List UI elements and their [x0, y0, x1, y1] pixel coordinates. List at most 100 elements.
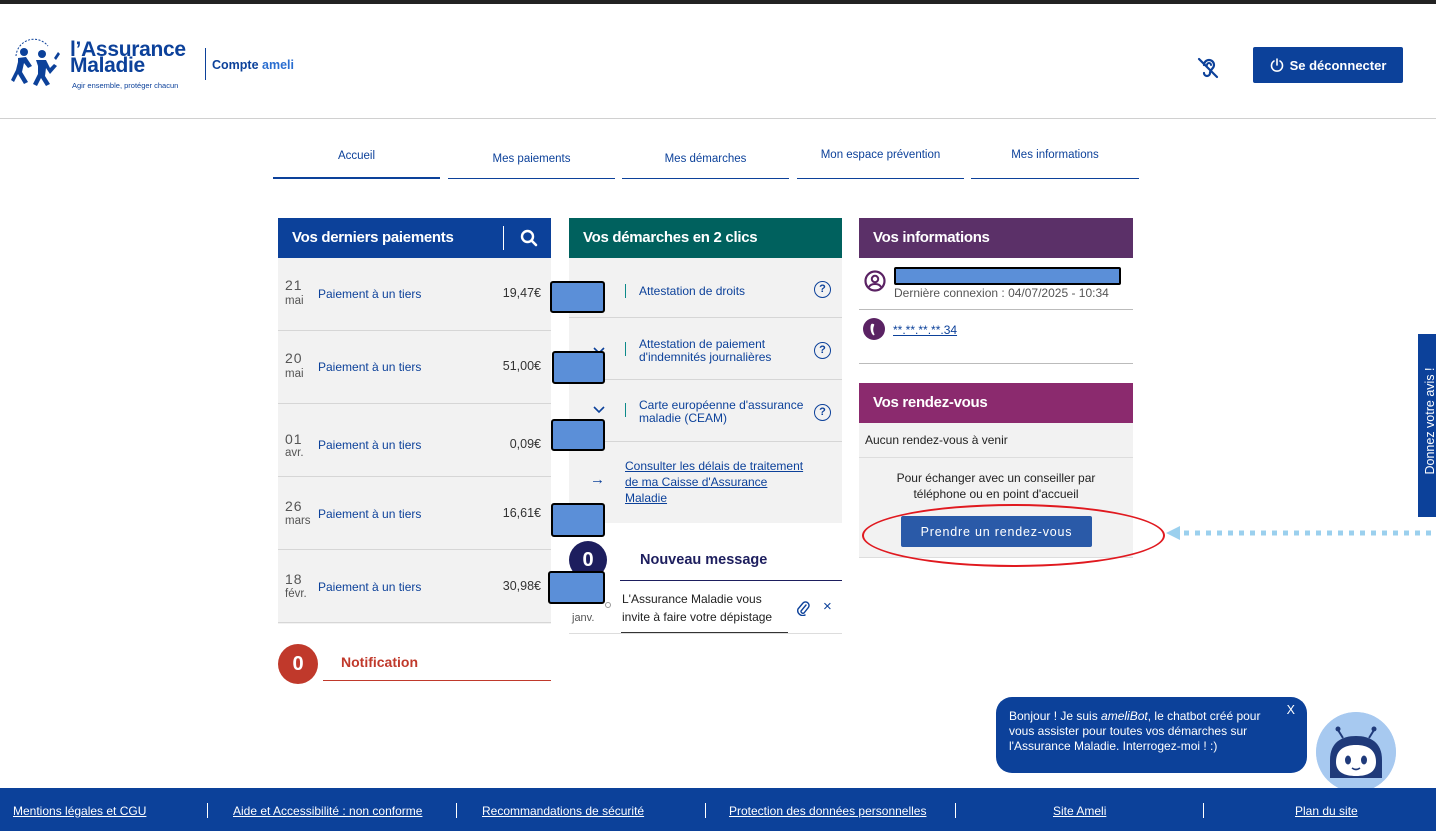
tab-accueil-label: Accueil	[337, 150, 376, 162]
demarche-bar	[625, 403, 626, 417]
feedback-label: Donnez votre avis !	[1423, 367, 1436, 475]
search-icon[interactable]	[520, 229, 538, 247]
logo-tagline: Agir ensemble, protéger chacun	[72, 81, 179, 90]
redacted-box	[548, 571, 605, 604]
delete-message-icon[interactable]: ×	[823, 598, 832, 615]
assurance-maladie-logo[interactable]: l’Assurance Maladie Agir ensemble, proté…	[10, 38, 200, 94]
message-text-underline	[621, 632, 788, 633]
chevron-down-icon	[593, 406, 605, 414]
footer-link-securite[interactable]: Recommandations de sécurité	[482, 804, 644, 818]
redacted-box	[551, 419, 605, 451]
payment-day: 20	[285, 350, 303, 366]
payment-day: 26	[285, 498, 303, 514]
demarche-consulter-delais[interactable]: → Consulter les délais de traitement de …	[569, 442, 842, 523]
payments-title: Vos derniers paiements	[292, 229, 454, 246]
chatbot-name: ameliBot	[1101, 709, 1148, 723]
payment-label: Paiement à un tiers	[318, 438, 422, 452]
payments-list: 21 mai Paiement à un tiers 19,47€ 20 mai…	[278, 258, 551, 624]
rendezvous-info-line1: Pour échanger avec un conseiller par	[896, 471, 1096, 485]
tab-mes-paiements[interactable]: Mes paiements	[448, 145, 615, 179]
payment-row[interactable]: 20 mai Paiement à un tiers 51,00€	[278, 331, 551, 404]
tab-prevention-label: Mon espace prévention	[820, 149, 941, 161]
demarche-label-line2: maladie (CEAM)	[639, 411, 728, 425]
rendezvous-info-line2: téléphone ou en point d'accueil	[913, 487, 1079, 501]
payment-row[interactable]: 26 mars Paiement à un tiers 16,61€	[278, 477, 551, 550]
help-icon[interactable]: ?	[814, 281, 831, 298]
rendezvous-title: Vos rendez-vous	[873, 394, 988, 411]
phone-icon	[863, 318, 885, 340]
feedback-tab[interactable]: Donnez votre avis !	[1418, 334, 1436, 517]
demarche-bar	[625, 284, 626, 298]
hearing-impaired-icon[interactable]	[1196, 56, 1220, 80]
tab-mes-paiements-label: Mes paiements	[492, 153, 571, 165]
logo-divider	[205, 48, 206, 80]
new-message-title[interactable]: Nouveau message	[640, 552, 767, 568]
logo-figure-icon	[11, 38, 60, 86]
rendezvous-divider	[859, 457, 1133, 458]
message-text-line2: invite à faire votre dépistage	[622, 610, 773, 624]
tab-accueil[interactable]: Accueil	[273, 145, 440, 179]
informations-title: Vos informations	[873, 229, 990, 246]
logout-button[interactable]: Se déconnecter	[1253, 47, 1403, 83]
demarche-attestation-paiement[interactable]: Attestation de paiement d'indemnités jou…	[569, 318, 842, 380]
compte-label-part1: Compte	[212, 58, 262, 72]
notification-count-badge: 0	[278, 644, 318, 684]
footer-link-mentions-legales[interactable]: Mentions légales et CGU	[13, 804, 146, 818]
footer-link-donnees-personnelles[interactable]: Protection des données personnelles	[729, 804, 926, 818]
user-circle-icon	[864, 270, 886, 292]
chatbot-bubble: Bonjour ! Je suis ameliBot, le chatbot c…	[996, 697, 1307, 773]
tab-mon-espace-prevention[interactable]: Mon espace prévention	[797, 145, 964, 179]
payment-amount: 30,98€	[502, 579, 541, 593]
message-text-line1: L'Assurance Maladie vous	[622, 592, 762, 606]
payment-amount: 51,00€	[502, 359, 541, 373]
footer: Mentions légales et CGU Aide et Accessib…	[0, 788, 1436, 831]
tab-mes-demarches[interactable]: Mes démarches	[622, 145, 789, 179]
chatbot-close-icon[interactable]: X	[1287, 703, 1295, 718]
payment-row[interactable]: 01 avr. Paiement à un tiers 0,09€	[278, 404, 551, 477]
payment-label: Paiement à un tiers	[318, 287, 422, 301]
consult-delais-link-line3[interactable]: Maladie	[625, 490, 667, 506]
footer-link-plan-du-site[interactable]: Plan du site	[1295, 804, 1358, 818]
demarche-label-line2: d'indemnités journalières	[639, 350, 772, 364]
payment-day: 18	[285, 571, 303, 587]
highlight-ellipse	[862, 504, 1165, 567]
demarches-title: Vos démarches en 2 clics	[583, 229, 758, 246]
tab-mes-informations-label: Mes informations	[1011, 149, 1099, 161]
consult-delais-link-line1[interactable]: Consulter les délais de traitement	[625, 458, 803, 474]
footer-link-site-ameli[interactable]: Site Ameli	[1053, 804, 1106, 818]
payment-row[interactable]: 18 févr. Paiement à un tiers 30,98€	[278, 550, 551, 623]
demarche-ceam[interactable]: Carte européenne d'assurance maladie (CE…	[569, 380, 842, 442]
unread-dot-icon	[605, 602, 611, 608]
help-icon[interactable]: ?	[814, 404, 831, 421]
message-date: janv.	[572, 612, 595, 624]
chatbot-avatar-icon[interactable]	[1316, 712, 1396, 792]
payment-month: févr.	[285, 588, 307, 600]
rendezvous-header: Vos rendez-vous	[859, 383, 1133, 423]
no-appointment-text: Aucun rendez-vous à venir	[865, 433, 1008, 447]
message-item[interactable]: janv. L'Assurance Maladie vous invite à …	[569, 582, 842, 634]
payment-row[interactable]: 21 mai Paiement à un tiers 19,47€	[278, 258, 551, 331]
payment-month: mars	[285, 515, 311, 527]
footer-separator	[456, 803, 457, 818]
footer-separator	[955, 803, 956, 818]
demarches-list: Attestation de droits ? Attestation de p…	[569, 258, 842, 523]
footer-link-accessibilite[interactable]: Aide et Accessibilité : non conforme	[233, 804, 422, 818]
logout-label: Se déconnecter	[1289, 57, 1387, 73]
user-info-row: Dernière connexion : 04/07/2025 - 10:34	[859, 258, 1133, 310]
redacted-name-box	[894, 267, 1121, 285]
compte-label-part2: ameli	[262, 58, 294, 72]
demarche-label: Attestation de droits	[639, 284, 746, 298]
payment-amount: 16,61€	[502, 506, 541, 520]
payment-month: avr.	[285, 447, 304, 459]
payment-amount: 0,09€	[509, 437, 541, 451]
payment-label: Paiement à un tiers	[318, 507, 422, 521]
phone-number-link[interactable]: **.**.**.**.34	[893, 323, 957, 337]
header: l’Assurance Maladie Agir ensemble, proté…	[0, 4, 1436, 119]
notification-label[interactable]: Notification	[341, 654, 418, 670]
consult-delais-link-line2[interactable]: de ma Caisse d'Assurance	[625, 474, 767, 490]
tab-mes-informations[interactable]: Mes informations	[971, 145, 1139, 179]
help-icon[interactable]: ?	[814, 342, 831, 359]
paperclip-icon	[797, 601, 810, 616]
payment-label: Paiement à un tiers	[318, 580, 422, 594]
demarche-attestation-droits[interactable]: Attestation de droits ?	[569, 258, 842, 318]
